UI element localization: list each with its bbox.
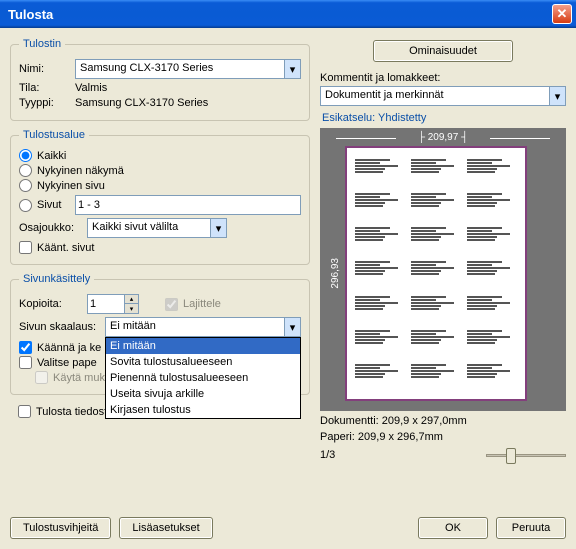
scale-dropdown: Ei mitään Sovita tulostusalueeseen Piene… — [105, 337, 301, 419]
properties-button[interactable]: Ominaisuudet — [373, 40, 513, 62]
scale-option[interactable]: Kirjasen tulostus — [106, 402, 300, 418]
collate-check: Lajittele — [165, 298, 221, 311]
copies-spinner[interactable]: ▴ ▾ — [87, 294, 139, 314]
handling-group: Sivunkäsittely Kopioita: ▴ ▾ Lajittele — [10, 273, 310, 395]
scale-option[interactable]: Pienennä tulostusalueeseen — [106, 370, 300, 386]
comments-select[interactable]: Dokumentit ja merkinnät ▾ — [320, 86, 566, 106]
printer-name-select[interactable]: Samsung CLX-3170 Series ▾ — [75, 59, 301, 79]
zoom-slider[interactable] — [486, 446, 566, 464]
status-value: Valmis — [75, 82, 107, 94]
preview-width: ├ 209,97 ┤ — [330, 132, 556, 143]
preview-header: Esikatselu: Yhdistetty — [322, 112, 566, 124]
scale-option[interactable]: Useita sivuja arkille — [106, 386, 300, 402]
scale-option[interactable]: Sovita tulostusalueeseen — [106, 354, 300, 370]
ok-button[interactable]: OK — [418, 517, 488, 539]
tips-button[interactable]: Tulostusvihjeitä — [10, 517, 111, 539]
printer-group: Tulostin Nimi: Samsung CLX-3170 Series ▾… — [10, 38, 310, 121]
chevron-down-icon: ▾ — [210, 219, 226, 237]
window-title: Tulosta — [8, 7, 53, 22]
range-pages-radio[interactable]: Sivut — [19, 199, 69, 212]
reverse-pages-check[interactable]: Käänt. sivut — [19, 241, 301, 254]
type-value: Samsung CLX-3170 Series — [75, 97, 208, 109]
preview-page — [345, 146, 527, 401]
pages-input[interactable] — [75, 195, 301, 215]
page-indicator: 1/3 — [320, 449, 335, 461]
chevron-down-icon: ▾ — [549, 87, 565, 105]
handling-legend: Sivunkäsittely — [19, 273, 94, 285]
chevron-down-icon: ▾ — [284, 318, 300, 336]
preview-area: ├ 209,97 ┤ 296,93 — [320, 128, 566, 411]
range-all-radio[interactable]: Kaikki — [19, 149, 301, 162]
copies-label: Kopioita: — [19, 298, 81, 310]
subset-label: Osajoukko: — [19, 222, 81, 234]
scale-option[interactable]: Ei mitään — [106, 338, 300, 354]
spin-down-icon[interactable]: ▾ — [124, 304, 138, 313]
scale-select[interactable]: Ei mitään ▾ Ei mitään Sovita tulostusalu… — [105, 317, 301, 337]
close-button[interactable]: ✕ — [552, 4, 572, 24]
scale-label: Sivun skaalaus: — [19, 321, 99, 333]
spin-up-icon[interactable]: ▴ — [124, 295, 138, 304]
name-label: Nimi: — [19, 63, 69, 75]
paper-size: Paperi: 209,9 x 296,7mm — [320, 431, 566, 443]
printer-legend: Tulostin — [19, 38, 65, 50]
chevron-down-icon: ▾ — [284, 60, 300, 78]
doc-size: Dokumentti: 209,9 x 297,0mm — [320, 415, 566, 427]
range-group: Tulostusalue Kaikki Nykyinen näkymä Nyky… — [10, 129, 310, 265]
comments-label: Kommentit ja lomakkeet: — [320, 72, 566, 84]
range-view-radio[interactable]: Nykyinen näkymä — [19, 164, 301, 177]
preview-height: 296,93 — [330, 258, 341, 289]
subset-select[interactable]: Kaikki sivut välilta ▾ — [87, 218, 227, 238]
range-legend: Tulostusalue — [19, 129, 89, 141]
advanced-button[interactable]: Lisäasetukset — [119, 517, 212, 539]
type-label: Tyyppi: — [19, 97, 69, 109]
range-page-radio[interactable]: Nykyinen sivu — [19, 179, 301, 192]
titlebar: Tulosta ✕ — [0, 0, 576, 28]
status-label: Tila: — [19, 82, 69, 94]
cancel-button[interactable]: Peruuta — [496, 517, 566, 539]
